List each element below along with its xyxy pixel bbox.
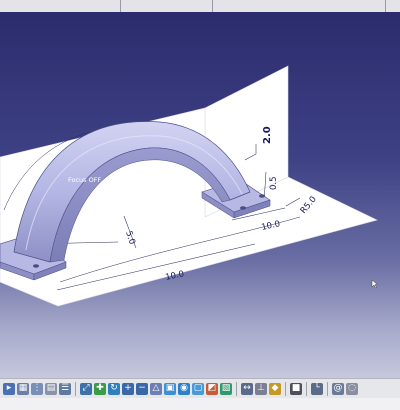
normal-view-icon[interactable]: △ [150,382,162,395]
dress-up-icon[interactable]: ◌ [346,382,358,395]
select-arrow-icon[interactable]: ▸ [3,382,15,395]
menu-divider [212,0,213,12]
tree-icon[interactable]: ⋮ [31,382,43,395]
dimension-2-0[interactable]: 2.0 [262,126,273,144]
parameters-icon[interactable]: ☰ [59,382,71,395]
catia-window: Focus OFF Focus OFF 2.0 0.5 R5.0 10.0 5.… [0,0,400,410]
measure-icon[interactable]: ⊥ [255,382,267,395]
wireframe-icon[interactable]: ▢ [192,382,204,395]
pan-icon[interactable]: ✚ [94,382,106,395]
toolbar-separator [236,381,237,396]
constraint-icon[interactable]: ↔ [241,382,253,395]
menu-divider [120,0,121,12]
menu-divider [385,0,386,12]
table-icon[interactable]: ▦ [17,382,29,395]
rotate-icon[interactable]: ↻ [108,382,120,395]
shading-icon[interactable]: ◉ [178,382,190,395]
right-pad-hole [240,206,246,210]
toolbar-separator [75,381,76,396]
paste-icon[interactable]: ▤ [45,382,57,395]
focus-label-upper: Focus OFF [68,176,101,184]
material-icon[interactable]: ◆ [269,382,281,395]
bottom-toolbar: ▸ ▦ ⋮ ▤ ☰ ⤢ ✚ ↻ + − △ ▣ ◉ ▢ ◩ ▧ ↔ ⊥ ◆ ■ └ @ ◌ [0,378,400,398]
axis-icon[interactable]: └ [311,382,323,395]
swap-visible-icon[interactable]: ▧ [220,382,232,395]
dimension-0-5[interactable]: 0.5 [269,176,279,190]
iso-view-icon[interactable]: ▣ [164,382,176,395]
toolbar-separator [327,381,328,396]
zoom-in-icon[interactable]: + [122,382,134,395]
focus-label-lower: Focus OFF [110,244,143,252]
spiral-icon[interactable]: @ [332,382,344,395]
right-pad-hole [259,194,265,198]
status-strip [0,398,400,410]
toolbar-separator [306,381,307,396]
fit-all-icon[interactable]: ⤢ [80,382,92,395]
mouse-cursor [371,279,379,289]
top-menu-strip [0,0,400,12]
zoom-out-icon[interactable]: − [136,382,148,395]
left-pad-hole [33,264,39,268]
scene-svg: Focus OFF Focus OFF 2.0 0.5 R5.0 10.0 5.… [0,65,379,307]
toolbar-separator [285,381,286,396]
3d-viewport[interactable]: Focus OFF Focus OFF 2.0 0.5 R5.0 10.0 5.… [0,12,400,378]
hide-show-icon[interactable]: ◩ [206,382,218,395]
catalog-icon[interactable]: ■ [290,382,302,395]
